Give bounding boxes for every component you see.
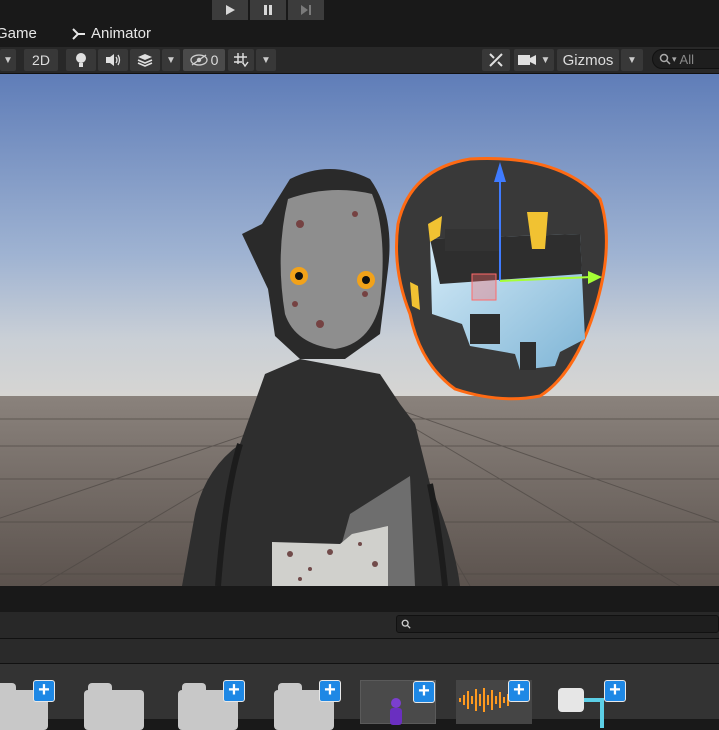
gizmos-label: Gizmos: [562, 51, 614, 69]
folder-icon: [84, 683, 144, 730]
camera-icon: [517, 55, 536, 65]
mode-2d-label: 2D: [32, 52, 50, 68]
add-icon: +: [604, 680, 626, 702]
chevron-down-icon: ▼: [166, 54, 176, 66]
gizmos-dropdown[interactable]: ▼: [621, 49, 643, 71]
chevron-down-icon: ▾: [672, 53, 677, 64]
play-button[interactable]: [212, 0, 250, 20]
add-icon: +: [223, 680, 245, 702]
asset-prefab[interactable]: +: [360, 680, 436, 725]
character-thumbnail-icon: [390, 698, 402, 725]
audio-waveform-icon: [459, 688, 513, 712]
effects-icon: [137, 54, 153, 67]
add-icon: +: [33, 680, 55, 702]
visibility-icon: [189, 54, 208, 66]
audio-icon: [106, 54, 121, 66]
tab-animator-label: Animator: [91, 25, 152, 42]
hidden-count: 0: [210, 52, 219, 68]
chevron-down-icon: ▼: [3, 54, 13, 66]
tools-toggle[interactable]: [482, 49, 510, 71]
play-controls: [212, 0, 332, 20]
play-icon: [226, 5, 235, 15]
pause-button[interactable]: [250, 0, 288, 20]
lighting-icon: [76, 53, 86, 67]
scene-render[interactable]: [0, 74, 719, 586]
asset-animator-controller[interactable]: +: [556, 680, 626, 728]
grid-toggle[interactable]: [228, 49, 254, 71]
search-icon: [659, 53, 671, 65]
draw-mode-dropdown[interactable]: ▼: [0, 49, 16, 71]
search-placeholder: All: [679, 51, 694, 67]
scene-view-toolbar: ▼ 2D ▼ 0 ▼ ▼ Gizmos ▼: [0, 47, 719, 74]
scene-search-input[interactable]: ▾ All: [652, 49, 719, 69]
animator-link-icon: [600, 698, 604, 728]
editor-tab-bar: Game Animator: [0, 22, 719, 47]
scene-viewport[interactable]: [0, 74, 719, 586]
animator-icon: [72, 27, 85, 40]
add-icon: +: [413, 681, 435, 703]
panel-separator: [0, 586, 719, 612]
grid-icon: [234, 53, 249, 68]
chevron-down-icon: ▼: [540, 54, 551, 66]
add-icon: +: [508, 680, 530, 702]
asset-audio-clip[interactable]: +: [456, 680, 532, 724]
chevron-down-icon: ▼: [261, 54, 271, 66]
animator-node-icon: [558, 688, 584, 712]
step-icon: [301, 5, 311, 15]
effects-toggle[interactable]: [130, 49, 160, 71]
add-icon: +: [319, 680, 341, 702]
pause-icon: [264, 5, 272, 15]
project-breadcrumb-bar: [0, 639, 719, 664]
mode-2d-toggle[interactable]: 2D: [24, 49, 58, 71]
grid-dropdown[interactable]: ▼: [256, 49, 276, 71]
project-asset-grid: + + + + + +: [0, 664, 719, 730]
chevron-down-icon: ▼: [627, 54, 637, 66]
tab-game[interactable]: Game: [0, 25, 37, 42]
tab-game-label: Game: [0, 25, 37, 42]
gizmos-button[interactable]: Gizmos: [557, 49, 619, 71]
lighting-toggle[interactable]: [66, 49, 96, 71]
tab-animator[interactable]: Animator: [71, 25, 151, 42]
play-controls-bar: [0, 0, 719, 22]
effects-dropdown[interactable]: ▼: [162, 49, 180, 71]
tools-icon: [489, 53, 503, 67]
step-button[interactable]: [288, 0, 326, 20]
camera-settings-dropdown[interactable]: ▼: [514, 49, 554, 71]
search-icon: [401, 619, 411, 629]
scene-visibility-toggle[interactable]: 0: [183, 49, 225, 71]
audio-toggle[interactable]: [98, 49, 128, 71]
project-search-input[interactable]: [396, 615, 719, 633]
